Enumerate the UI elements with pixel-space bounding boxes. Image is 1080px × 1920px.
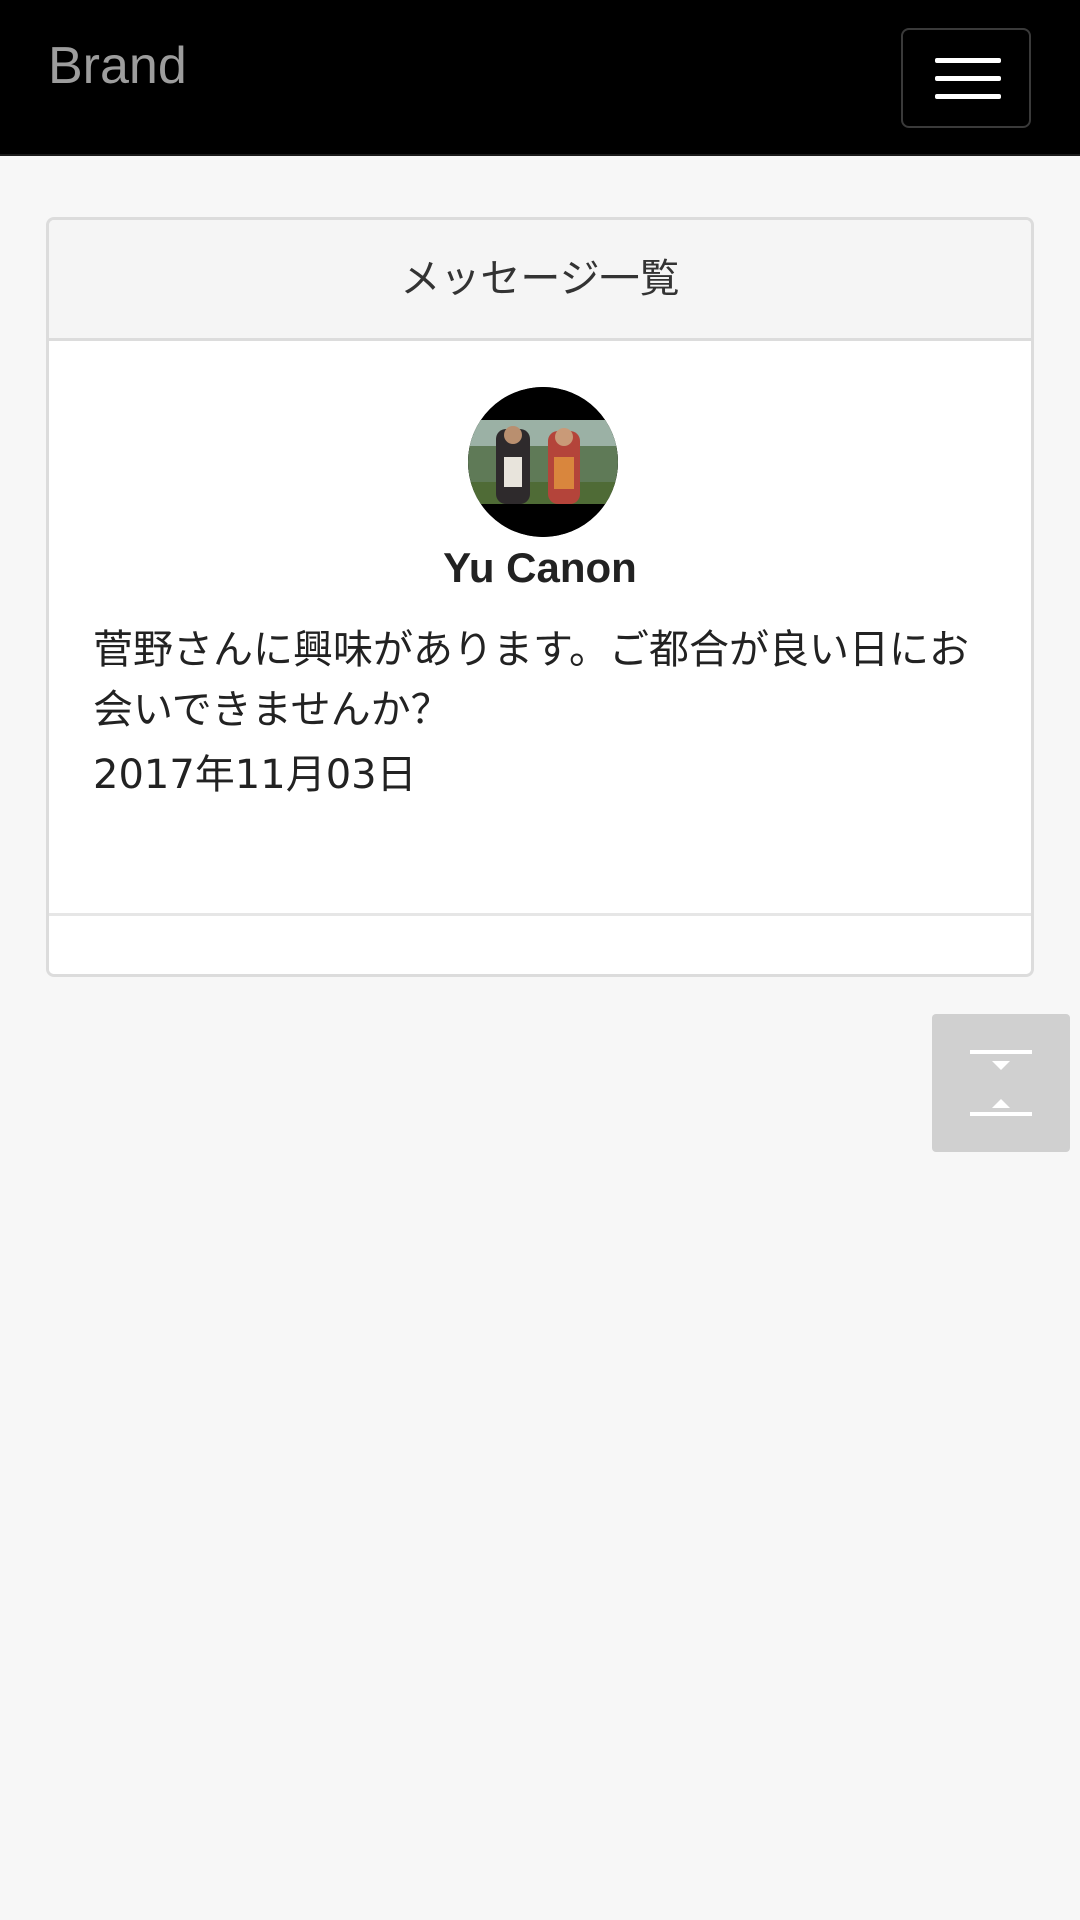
message-body: 菅野さんに興味があります。ご都合が良い日にお会いできませんか？ <box>93 627 969 733</box>
message-date: 2017年11月03日 <box>93 752 417 798</box>
brand-link[interactable]: Brand <box>48 40 187 92</box>
sender-name[interactable]: Yu Canon <box>49 543 1031 593</box>
scroll-top-bottom-button[interactable] <box>932 1014 1070 1152</box>
top-navbar: Brand <box>0 0 1080 156</box>
sender-avatar[interactable] <box>468 387 618 537</box>
panel-footer <box>49 913 1031 974</box>
panel-heading: メッセージ一覧 <box>49 220 1031 341</box>
menu-toggle-button[interactable] <box>901 28 1031 128</box>
user-avatar-photo <box>468 387 618 537</box>
scroll-top-bottom-icon <box>970 1050 1032 1116</box>
message-list-panel: メッセージ一覧 Yu Canon 菅野さんに興味があります。ご都合が良い日にお会… <box>46 217 1034 977</box>
